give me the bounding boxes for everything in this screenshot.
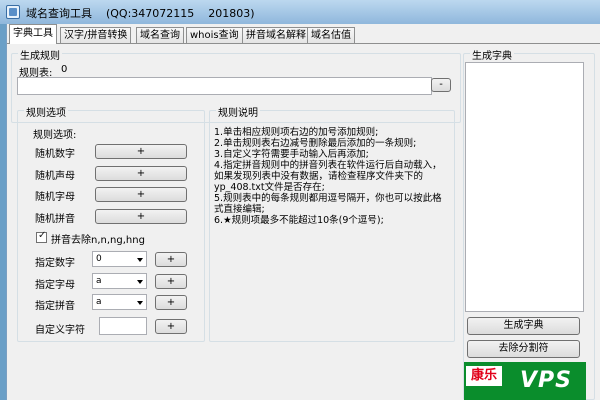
rules-input[interactable] (17, 77, 432, 95)
random-letter-label: 随机字母 (35, 192, 75, 203)
rule-options-title: 规则选项 (24, 104, 68, 119)
specified-letter-value: a (96, 276, 102, 286)
ad-text-b: VPS (520, 368, 572, 393)
add-random-pinyin-button[interactable]: + (95, 209, 187, 224)
random-digit-label: 随机数字 (35, 149, 75, 160)
tab-domain-valuation[interactable]: 域名估值 (307, 27, 355, 44)
ad-text-a: 康乐 (466, 366, 502, 386)
specified-digit-value: 0 (96, 254, 102, 264)
title-bar: 域名查询工具 (QQ:347072115 201803) (0, 0, 600, 24)
rules-count: 0 (61, 64, 68, 75)
specified-letter-select[interactable]: a (92, 273, 147, 289)
rule-line-5: 5.规则表中的每条规则都用逗号隔开，你也可以按此格式直接编辑; (214, 193, 442, 215)
chevron-down-icon (137, 301, 143, 305)
tab-dictionary-tool[interactable]: 字典工具 (9, 24, 57, 44)
random-pinyin-label: 随机拼音 (35, 214, 75, 225)
tab-pinyin-explain[interactable]: 拼音域名解释 (242, 27, 310, 44)
rule-line-3: 3.自定义字符需要手动输入后再添加; (214, 149, 369, 160)
ad-banner[interactable]: 康乐 VPS (464, 362, 586, 400)
random-initial-label: 随机声母 (35, 171, 75, 182)
pinyin-filter-checkbox[interactable]: ✓ (36, 230, 47, 243)
specified-pinyin-label: 指定拼音 (35, 301, 75, 312)
add-random-initial-button[interactable]: + (95, 166, 187, 181)
window-title: 域名查询工具 (QQ:347072115 201803) (26, 7, 255, 20)
add-custom-char-button[interactable]: + (155, 319, 187, 334)
rule-description-title: 规则说明 (216, 104, 260, 119)
specified-pinyin-select[interactable]: a (92, 294, 147, 310)
rule-line-4: 4.指定拼音规则中的拼音列表在软件运行后自动载入，如果发现列表中没有数据，请检查… (214, 160, 442, 193)
pinyin-filter-label: 拼音去除n,n,ng,hng (51, 235, 145, 246)
tab-whois[interactable]: whois查询 (186, 27, 243, 44)
tab-bar: 字典工具 汉字/拼音转换 域名查询 whois查询 拼音域名解释 域名估值 (7, 24, 600, 44)
specified-letter-label: 指定字母 (35, 280, 75, 291)
add-specified-digit-button[interactable]: + (155, 252, 187, 267)
custom-char-label: 自定义字符 (35, 325, 85, 336)
generate-rules-title: 生成规则 (18, 47, 62, 62)
dictionary-output-textarea[interactable] (465, 62, 584, 312)
specified-pinyin-value: a (96, 297, 102, 307)
check-mark-icon: ✓ (38, 230, 47, 241)
chevron-down-icon (137, 258, 143, 262)
tab-domain-query[interactable]: 域名查询 (136, 27, 184, 44)
app-icon (6, 5, 20, 19)
add-specified-letter-button[interactable]: + (155, 274, 187, 289)
rule-line-6: 6.★规则项最多不能超过10条(9个逗号); (214, 215, 384, 226)
rule-description-text: 1.单击相应规则项右边的加号添加规则; 2.单击规则表右边减号删除最后添加的一条… (214, 127, 446, 226)
custom-char-input[interactable] (99, 317, 147, 335)
tab-baseline (7, 43, 600, 44)
add-specified-pinyin-button[interactable]: + (155, 295, 187, 310)
rule-line-2: 2.单击规则表右边减号删除最后添加的一条规则; (214, 138, 417, 149)
generate-dictionary-button[interactable]: 生成字典 (467, 317, 580, 335)
specified-digit-select[interactable]: 0 (92, 251, 147, 267)
add-random-letter-button[interactable]: + (95, 187, 187, 202)
remove-separator-button[interactable]: 去除分割符 (467, 340, 580, 358)
rule-line-1: 1.单击相应规则项右边的加号添加规则; (214, 127, 379, 138)
remove-rule-button[interactable]: - (431, 78, 451, 92)
specified-digit-label: 指定数字 (35, 258, 75, 269)
chevron-down-icon (137, 280, 143, 284)
rule-options-subtitle: 规则选项: (33, 130, 77, 141)
tab-hanzi-pinyin[interactable]: 汉字/拼音转换 (60, 27, 132, 44)
add-random-digit-button[interactable]: + (95, 144, 187, 159)
dictionary-title: 生成字典 (470, 47, 514, 62)
